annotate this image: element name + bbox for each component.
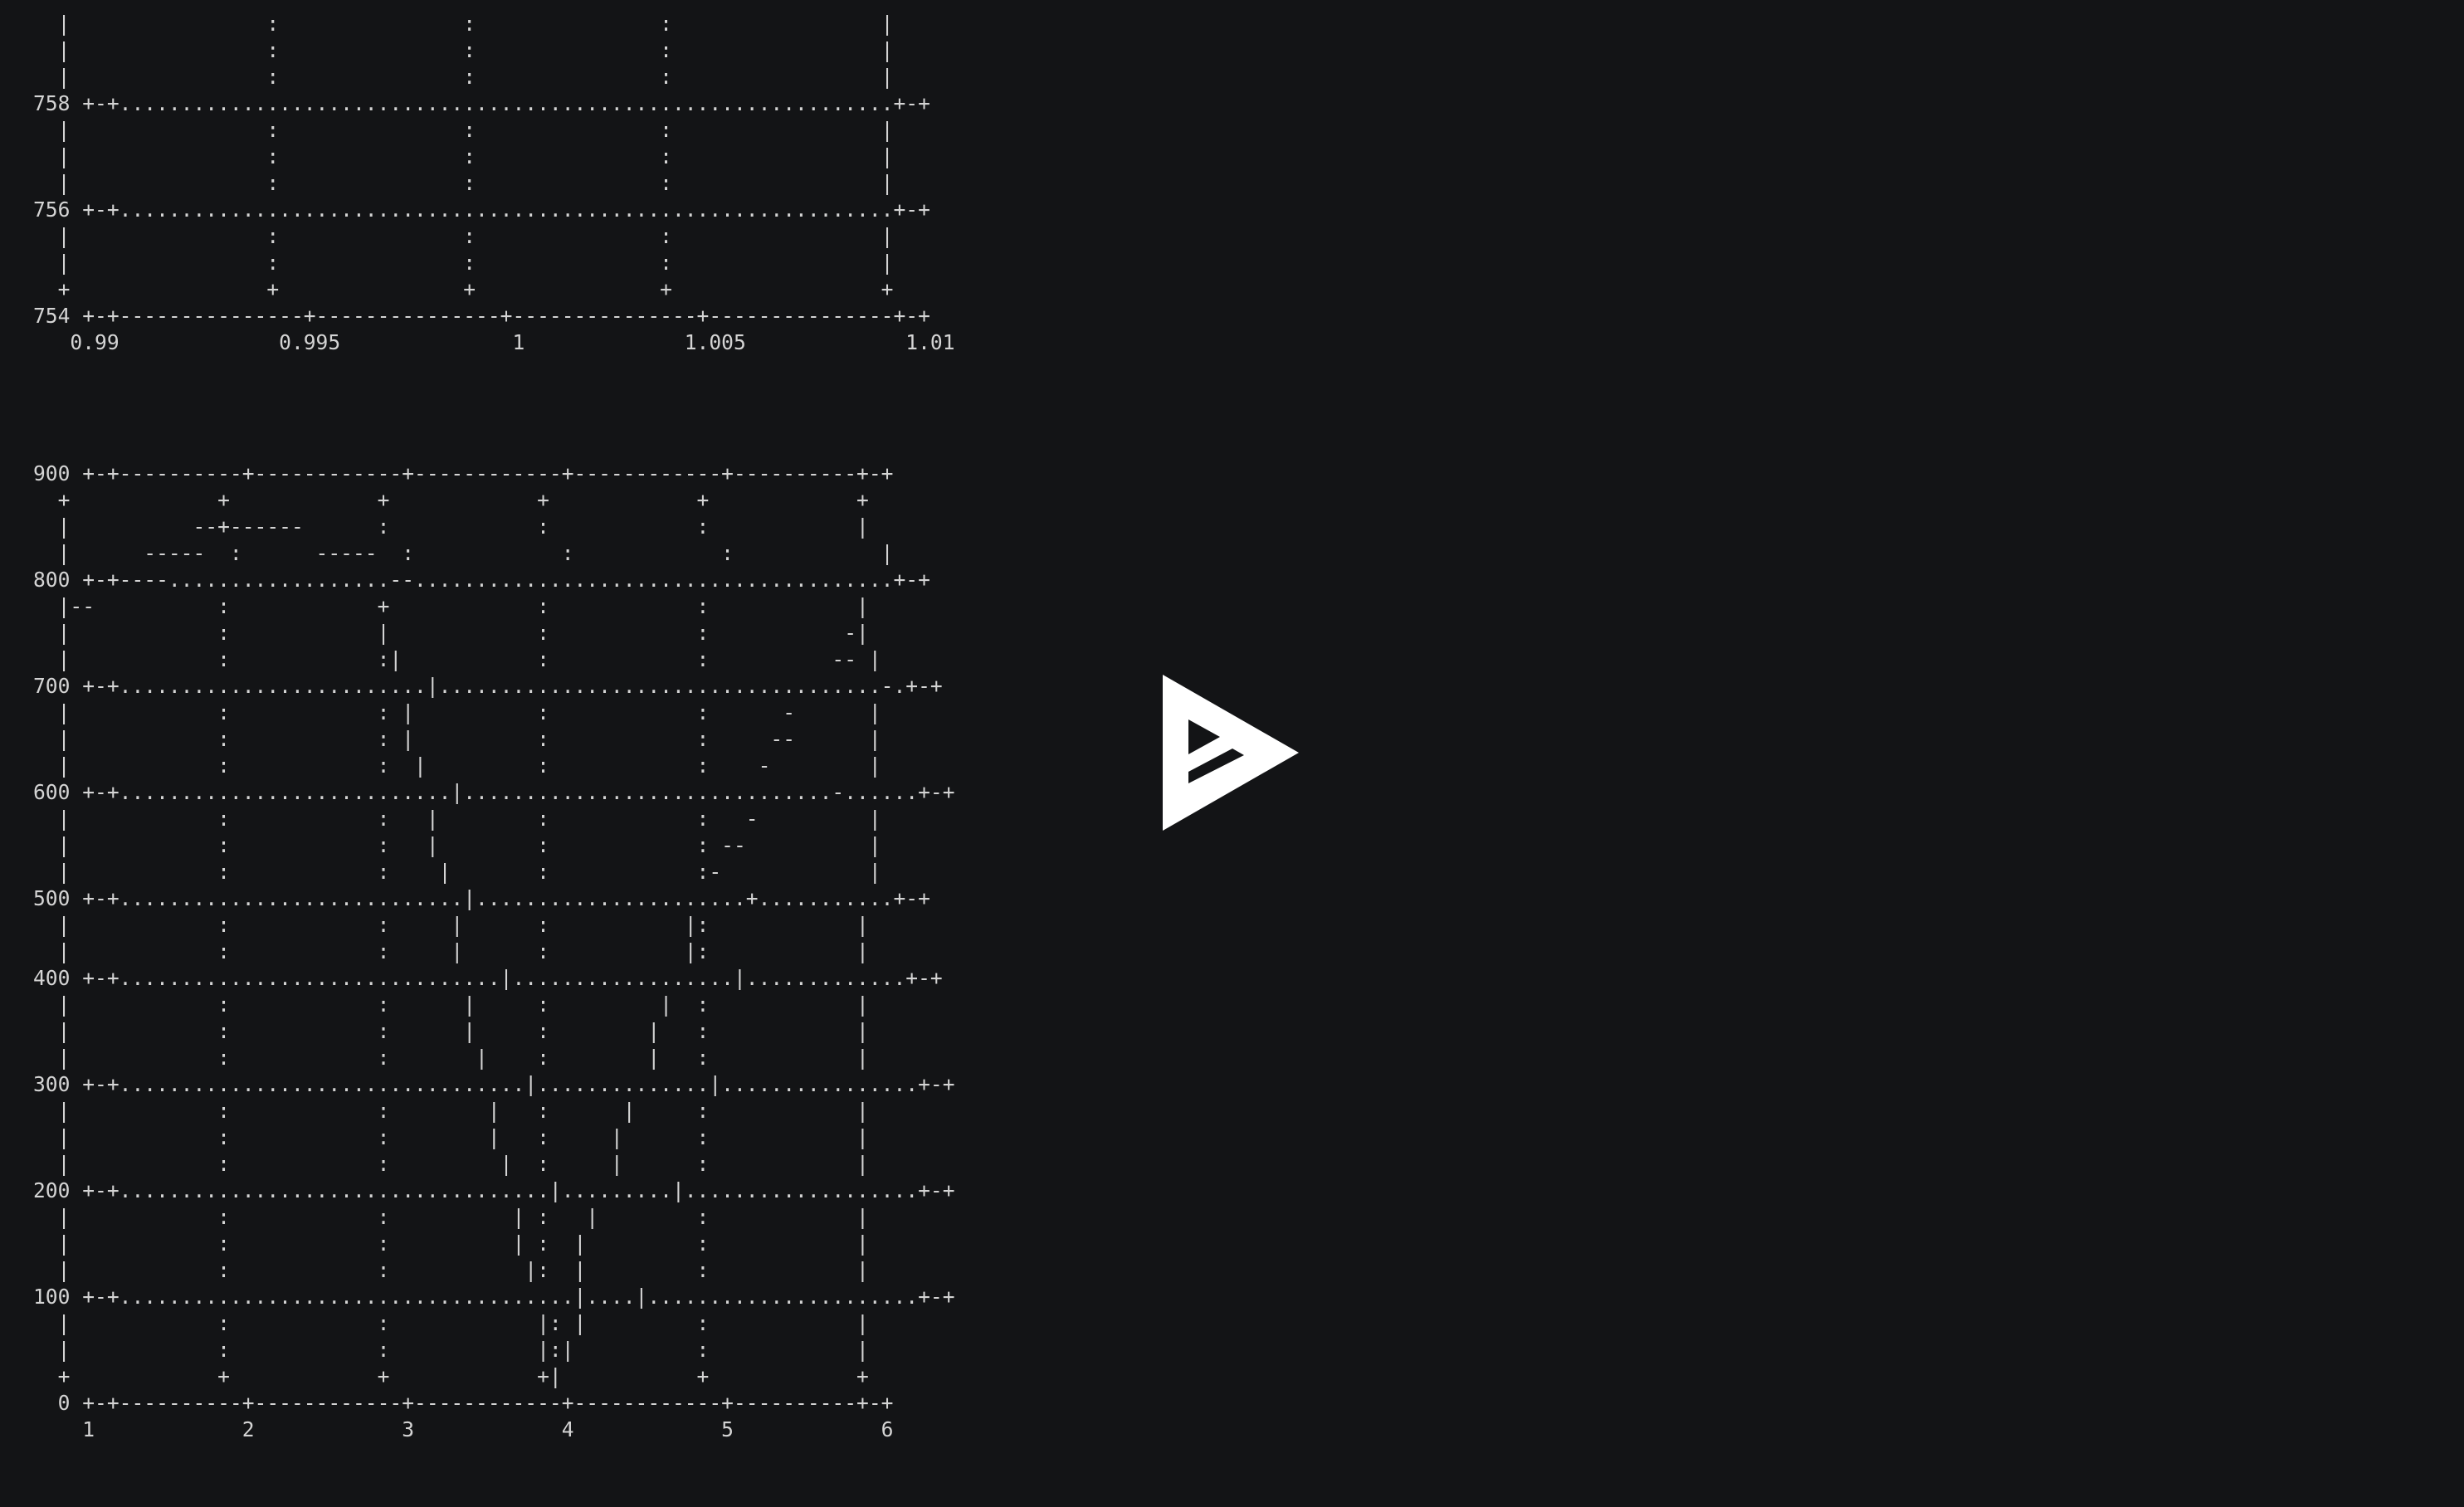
ascii-chart-bottom: 900 +-+----------+------------+---------… (33, 461, 955, 1441)
terminal-screen: | : : : | | : : : | | : : : | 758 +-+...… (0, 0, 1112, 1507)
ascii-chart-top: | : : : | | : : : | | : : : | 758 +-+...… (33, 12, 955, 354)
asciinema-logo-icon (1163, 675, 1299, 831)
